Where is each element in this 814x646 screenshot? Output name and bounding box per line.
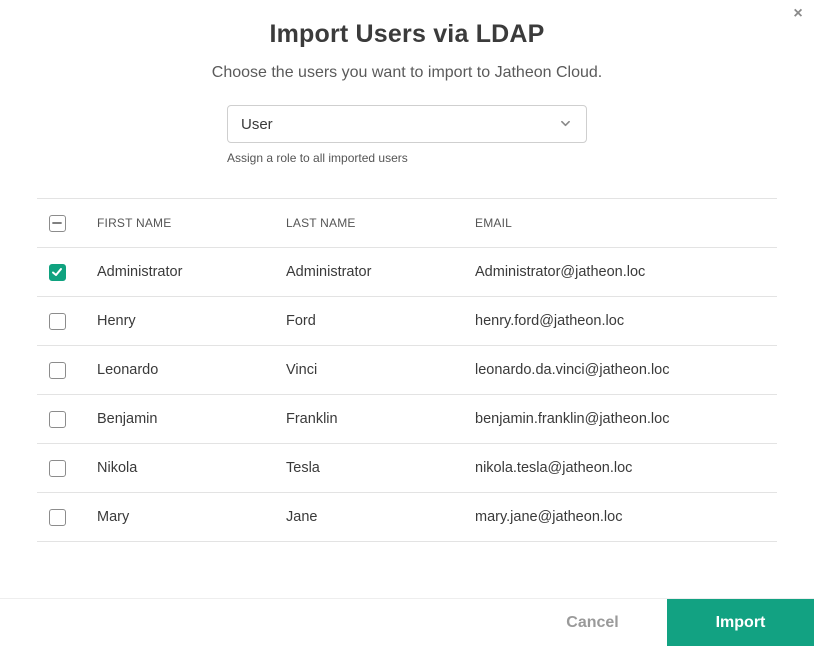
table-row[interactable]: Administrator Administrator Administrato… (37, 248, 777, 297)
dialog-footer: Cancel Import (0, 598, 814, 646)
column-header-last-name: LAST NAME (286, 216, 356, 230)
table-header: FIRST NAME LAST NAME EMAIL (37, 199, 777, 248)
first-name-cell: Mary (97, 509, 130, 525)
table-row[interactable]: Henry Ford henry.ford@jatheon.loc (37, 297, 777, 346)
row-checkbox[interactable] (49, 460, 66, 477)
email-cell: Administrator@jatheon.loc (475, 264, 646, 280)
dialog-subtitle: Choose the users you want to import to J… (211, 64, 603, 81)
email-cell: henry.ford@jatheon.loc (475, 313, 625, 329)
last-name-cell: Jane (286, 509, 318, 525)
row-checkbox[interactable] (49, 313, 66, 330)
email-cell: benjamin.franklin@jatheon.loc (475, 411, 670, 427)
minus-icon (52, 222, 62, 224)
import-button[interactable]: Import (667, 599, 814, 646)
row-checkbox[interactable] (49, 411, 66, 428)
table-row[interactable]: Nikola Tesla nikola.tesla@jatheon.loc (37, 444, 777, 493)
first-name-cell: Benjamin (97, 411, 158, 427)
cancel-button[interactable]: Cancel (520, 599, 665, 646)
select-all-checkbox[interactable] (49, 215, 66, 232)
users-table: FIRST NAME LAST NAME EMAIL Administrator… (37, 198, 777, 542)
dialog-title: Import Users via LDAP (269, 20, 545, 48)
last-name-cell: Administrator (286, 264, 372, 280)
first-name-cell: Administrator (97, 264, 183, 280)
last-name-cell: Vinci (286, 362, 318, 378)
first-name-cell: Nikola (97, 460, 138, 476)
last-name-cell: Ford (286, 313, 316, 329)
column-header-first-name: FIRST NAME (97, 216, 172, 230)
table-row[interactable]: Benjamin Franklin benjamin.franklin@jath… (37, 395, 777, 444)
table-row[interactable]: Leonardo Vinci leonardo.da.vinci@jatheon… (37, 346, 777, 395)
row-checkbox[interactable] (49, 509, 66, 526)
row-checkbox[interactable] (49, 264, 66, 281)
role-select-value: User (241, 116, 273, 133)
role-select[interactable]: User (227, 105, 587, 143)
role-hint: Assign a role to all imported users (227, 151, 408, 165)
chevron-down-icon (561, 120, 570, 127)
email-cell: nikola.tesla@jatheon.loc (475, 460, 633, 476)
last-name-cell: Franklin (286, 411, 338, 427)
last-name-cell: Tesla (286, 460, 320, 476)
table-row[interactable]: Mary Jane mary.jane@jatheon.loc (37, 493, 777, 542)
import-users-dialog: × Import Users via LDAP Choose the users… (0, 0, 814, 646)
email-cell: mary.jane@jatheon.loc (475, 509, 623, 525)
email-cell: leonardo.da.vinci@jatheon.loc (475, 362, 670, 378)
check-icon (52, 268, 62, 276)
column-header-email: EMAIL (475, 216, 513, 230)
first-name-cell: Leonardo (97, 362, 159, 378)
row-checkbox[interactable] (49, 362, 66, 379)
first-name-cell: Henry (97, 313, 136, 329)
